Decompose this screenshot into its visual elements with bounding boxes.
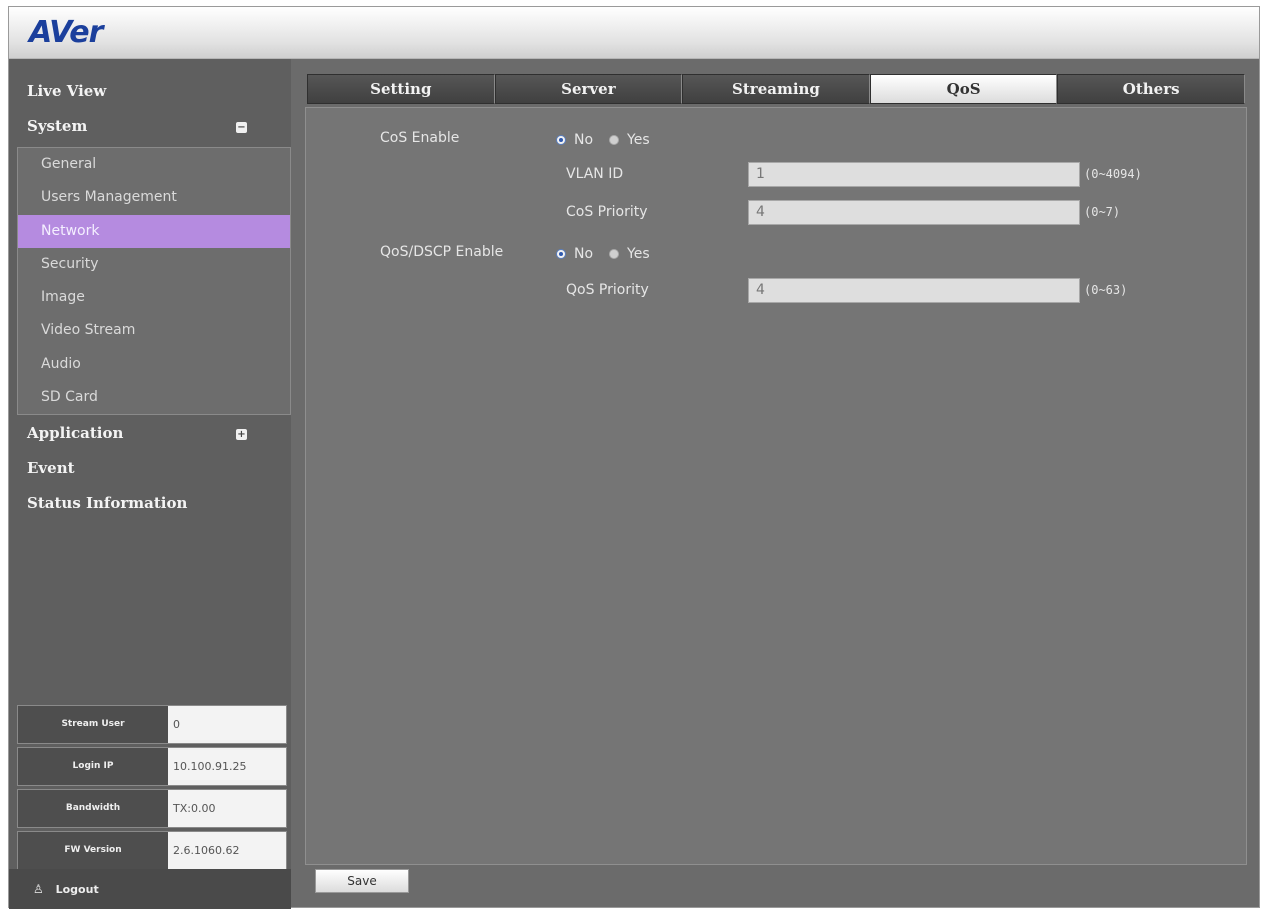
info-key: Bandwidth: [18, 790, 168, 827]
vlan-id-input[interactable]: 1: [748, 162, 1080, 187]
sidebar-item-live-view[interactable]: Live View: [9, 75, 291, 108]
tab-streaming[interactable]: Streaming: [682, 74, 870, 104]
dscp-enable-radio-group: No Yes: [556, 246, 666, 262]
aver-logo: AVer: [29, 15, 103, 50]
info-key: Login IP: [18, 748, 168, 785]
radio-label: No: [574, 246, 594, 262]
cos-priority-range: (0~7): [1084, 205, 1121, 219]
expand-icon[interactable]: +: [236, 429, 247, 440]
info-value: 0: [168, 706, 286, 743]
sidebar-item-network[interactable]: Network: [18, 214, 290, 248]
dscp-enable-no-radio[interactable]: [556, 249, 566, 259]
qos-priority-input[interactable]: 4: [748, 278, 1080, 303]
info-key: FW Version: [18, 832, 168, 869]
tab-server[interactable]: Server: [494, 74, 683, 104]
info-row-bandwidth: Bandwidth TX:0.00: [17, 789, 287, 828]
sidebar-item-label: Event: [27, 459, 75, 477]
tab-qos[interactable]: QoS: [869, 74, 1058, 104]
info-row-fw-version: FW Version 2.6.1060.62: [17, 831, 287, 870]
sidebar-item-application[interactable]: Application +: [9, 417, 291, 450]
cos-enable-no-radio[interactable]: [556, 135, 566, 145]
cos-priority-input[interactable]: 4: [748, 200, 1080, 225]
sidebar-item-event[interactable]: Event: [9, 452, 291, 485]
vlan-id-range: (0~4094): [1084, 167, 1142, 181]
info-row-stream-user: Stream User 0: [17, 705, 287, 744]
sidebar-item-label: Status Information: [27, 494, 188, 512]
sidebar-item-sd-card[interactable]: SD Card: [18, 381, 290, 414]
user-icon: ♙: [33, 882, 44, 896]
tab-setting[interactable]: Setting: [307, 74, 495, 104]
sidebar-item-system[interactable]: System −: [9, 110, 291, 143]
sidebar: Live View System − General Users Managem…: [9, 59, 291, 909]
tab-others[interactable]: Others: [1057, 74, 1245, 104]
radio-label: Yes: [627, 246, 650, 262]
sidebar-item-label: System: [27, 117, 88, 135]
radio-label: Yes: [627, 132, 650, 148]
sidebar-item-general[interactable]: General: [18, 148, 290, 181]
dscp-enable-yes-radio[interactable]: [609, 249, 620, 259]
radio-label: No: [574, 132, 594, 148]
sidebar-item-users-management[interactable]: Users Management: [18, 181, 290, 214]
cos-enable-yes-radio[interactable]: [609, 135, 620, 145]
qos-settings-panel: CoS Enable No Yes VLAN ID 1 (0~4094) CoS…: [305, 107, 1247, 865]
sidebar-item-label: Live View: [27, 82, 107, 100]
system-submenu: General Users Management Network Securit…: [17, 147, 291, 415]
tab-bar: Setting Server Streaming QoS Others: [307, 74, 1245, 104]
dscp-enable-label: QoS/DSCP Enable: [380, 244, 504, 260]
sidebar-item-label: Application: [27, 424, 124, 442]
vlan-id-label: VLAN ID: [566, 166, 624, 182]
sidebar-item-status-information[interactable]: Status Information: [9, 487, 291, 520]
logout-button[interactable]: ♙ Logout: [9, 869, 291, 909]
info-row-login-ip: Login IP 10.100.91.25: [17, 747, 287, 786]
qos-priority-label: QoS Priority: [566, 282, 649, 298]
info-value: 2.6.1060.62: [168, 832, 286, 869]
sidebar-item-audio[interactable]: Audio: [18, 348, 290, 381]
qos-priority-range: (0~63): [1084, 283, 1128, 297]
status-info-table: Stream User 0 Login IP 10.100.91.25 Band…: [17, 705, 287, 873]
app-window: AVer Live View System − General Users Ma…: [8, 6, 1260, 909]
info-key: Stream User: [18, 706, 168, 743]
save-button[interactable]: Save: [315, 869, 409, 893]
cos-priority-label: CoS Priority: [566, 204, 648, 220]
header-bar: AVer: [9, 7, 1259, 59]
info-value: 10.100.91.25: [168, 748, 286, 785]
sidebar-item-image[interactable]: Image: [18, 281, 290, 314]
cos-enable-radio-group: No Yes: [556, 132, 666, 148]
logout-label: Logout: [55, 883, 99, 896]
collapse-icon[interactable]: −: [236, 122, 247, 133]
sidebar-item-video-stream[interactable]: Video Stream: [18, 314, 290, 347]
cos-enable-label: CoS Enable: [380, 130, 460, 146]
sidebar-item-security[interactable]: Security: [18, 248, 290, 281]
info-value: TX:0.00: [168, 790, 286, 827]
